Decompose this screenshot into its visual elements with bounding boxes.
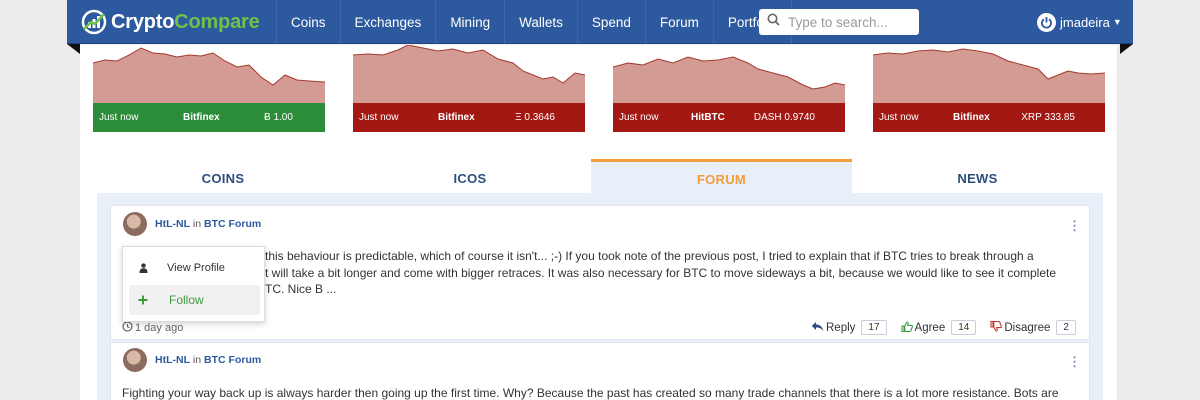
post-body-line: this behaviour is predictable, which of … bbox=[265, 249, 1034, 263]
logo-icon bbox=[81, 9, 107, 35]
reply-count: 17 bbox=[861, 320, 887, 335]
agree-label: Agree bbox=[914, 321, 946, 334]
ticker-bar: Just now Bitfinex Ƀ 1.00 bbox=[93, 103, 325, 132]
author-popover: View Profile Follow bbox=[122, 246, 265, 322]
agree-count: 14 bbox=[951, 320, 977, 335]
username: jmadeira bbox=[1060, 14, 1110, 30]
tab-forum[interactable]: FORUM bbox=[591, 159, 852, 196]
avatar[interactable] bbox=[123, 348, 147, 372]
ticker-price: Ξ 0.3646 bbox=[515, 112, 555, 123]
nav-item-coins[interactable]: Coins bbox=[276, 0, 340, 44]
post-forum-link[interactable]: BTC Forum bbox=[204, 354, 261, 366]
user-menu[interactable]: jmadeira ▼ bbox=[1037, 11, 1122, 33]
brand-logo[interactable]: CryptoCompare bbox=[81, 9, 260, 35]
plus-icon bbox=[129, 295, 157, 305]
power-icon bbox=[1037, 12, 1056, 32]
post-meta-in: in bbox=[192, 354, 202, 366]
nav-item-wallets[interactable]: Wallets bbox=[504, 0, 577, 44]
follow-label: Follow bbox=[169, 293, 204, 307]
price-sparkline bbox=[93, 47, 325, 103]
ticker-exchange: HitBTC bbox=[691, 112, 725, 123]
ticker-card[interactable]: Just now Bitfinex XRP 333.85 bbox=[873, 45, 1105, 132]
avatar[interactable] bbox=[123, 212, 147, 236]
search-box bbox=[759, 9, 919, 35]
search-input[interactable] bbox=[788, 14, 908, 30]
agree-button[interactable]: Agree 14 bbox=[900, 320, 977, 335]
search-icon bbox=[767, 13, 780, 31]
post-body-line: t will take a bit longer and come with b… bbox=[265, 265, 1057, 280]
ticker-bar: Just now Bitfinex Ξ 0.3646 bbox=[353, 103, 585, 132]
reply-label: Reply bbox=[826, 321, 856, 334]
ticker-price: DASH 0.9740 bbox=[753, 112, 815, 123]
disagree-button[interactable]: Disagree 2 bbox=[990, 320, 1076, 335]
tab-coins[interactable]: COINS bbox=[97, 160, 349, 196]
ticker-exchange: Bitfinex bbox=[953, 112, 990, 123]
post-author[interactable]: HtL-NL bbox=[155, 218, 190, 230]
nav-item-forum[interactable]: Forum bbox=[644, 0, 713, 44]
navbar-fold-right bbox=[1120, 44, 1133, 54]
ticker-time: Just now bbox=[619, 112, 659, 123]
reply-button[interactable]: Reply 17 bbox=[811, 320, 887, 335]
post-author[interactable]: HtL-NL bbox=[155, 354, 190, 366]
post-meta-in: in bbox=[192, 218, 202, 230]
post-meta: HtL-NL in BTC Forum bbox=[155, 218, 261, 230]
ticker-bar: Just now Bitfinex XRP 333.85 bbox=[873, 103, 1105, 132]
post-forum-link[interactable]: BTC Forum bbox=[204, 218, 261, 230]
thumbs-up-icon bbox=[900, 320, 913, 335]
tab-news[interactable]: NEWS bbox=[852, 160, 1103, 196]
top-navbar: CryptoCompare Coins Exchanges Mining Wal… bbox=[67, 0, 1133, 44]
ticker-exchange: Bitfinex bbox=[183, 112, 220, 123]
ticker-bar: Just now HitBTC DASH 0.9740 bbox=[613, 103, 845, 132]
ticker-exchange: Bitfinex bbox=[438, 112, 475, 123]
ticker-price: Ƀ 1.00 bbox=[264, 112, 293, 123]
nav-item-exchanges[interactable]: Exchanges bbox=[339, 0, 436, 44]
nav-item-spend[interactable]: Spend bbox=[576, 0, 645, 44]
section-tabs: COINS ICOS FORUM NEWS bbox=[97, 159, 1103, 196]
post-time: 1 day ago bbox=[122, 321, 183, 335]
tab-icos[interactable]: ICOS bbox=[349, 160, 591, 196]
post-time-label: 1 day ago bbox=[135, 322, 184, 334]
ticker-time: Just now bbox=[359, 112, 399, 123]
chevron-down-icon: ▼ bbox=[1112, 17, 1122, 27]
post-body-line: TC. Nice B ... bbox=[265, 282, 337, 296]
ticker-price: XRP 333.85 bbox=[1021, 112, 1075, 123]
price-sparkline bbox=[613, 56, 845, 103]
clock-icon bbox=[122, 321, 133, 335]
ticker-time: Just now bbox=[99, 112, 139, 123]
disagree-label: Disagree bbox=[1004, 321, 1051, 334]
reply-icon bbox=[811, 321, 824, 335]
ticker-card[interactable]: Just now Bitfinex Ƀ 1.00 bbox=[93, 45, 325, 132]
ticker-card[interactable]: Just now Bitfinex Ξ 0.3646 bbox=[353, 45, 585, 132]
view-profile-label: View Profile bbox=[167, 262, 225, 274]
brand-name: CryptoCompare bbox=[111, 10, 260, 33]
more-options-icon[interactable]: ⋮ bbox=[1068, 218, 1081, 234]
price-sparkline bbox=[873, 48, 1105, 103]
price-sparkline bbox=[353, 45, 585, 103]
nav-item-mining[interactable]: Mining bbox=[435, 0, 504, 44]
post-body-line: Fighting your way back up is always hard… bbox=[122, 386, 1059, 400]
follow-item[interactable]: Follow bbox=[129, 285, 260, 315]
navbar-fold-left bbox=[67, 44, 80, 54]
user-icon bbox=[129, 263, 157, 273]
post-meta: HtL-NL in BTC Forum bbox=[155, 354, 261, 366]
ticker-time: Just now bbox=[879, 112, 919, 123]
post-actions: Reply 17 Agree 14 Disagree 2 bbox=[797, 320, 1076, 335]
thumbs-down-icon bbox=[990, 320, 1003, 335]
ticker-card[interactable]: Just now HitBTC DASH 0.9740 bbox=[613, 45, 845, 132]
main-nav: Coins Exchanges Mining Wallets Spend For… bbox=[276, 0, 793, 44]
disagree-count: 2 bbox=[1056, 320, 1076, 335]
view-profile-item[interactable]: View Profile bbox=[129, 253, 260, 283]
more-options-icon[interactable]: ⋮ bbox=[1068, 354, 1081, 370]
